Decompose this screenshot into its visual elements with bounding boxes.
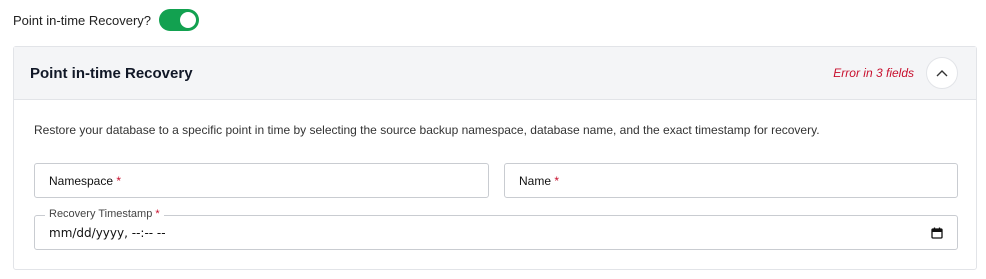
timestamp-value: mm/dd/yyyy, --:-- -- xyxy=(49,225,166,240)
namespace-input[interactable]: Namespace * xyxy=(34,163,489,198)
namespace-label: Namespace xyxy=(49,173,114,188)
toggle-knob xyxy=(180,12,196,28)
required-mark: * xyxy=(116,173,122,188)
pitr-panel: Point in-time Recovery Error in 3 fields… xyxy=(13,46,977,270)
panel-header-actions: Error in 3 fields xyxy=(833,57,958,89)
collapse-button[interactable] xyxy=(926,57,958,89)
panel-description: Restore your database to a specific poin… xyxy=(34,123,820,137)
recovery-timestamp-input[interactable]: Recovery Timestamp * mm/dd/yyyy, --:-- -… xyxy=(34,208,958,250)
error-count-text: Error in 3 fields xyxy=(833,66,914,80)
calendar-icon[interactable] xyxy=(931,227,943,239)
recovery-timestamp-legend: Recovery Timestamp * xyxy=(45,208,164,220)
required-mark: * xyxy=(155,208,160,220)
recovery-timestamp-label: Recovery Timestamp xyxy=(49,208,153,220)
pitr-toggle-switch[interactable] xyxy=(159,9,199,31)
pitr-toggle-row: Point in-time Recovery? xyxy=(13,9,199,31)
pitr-toggle-label: Point in-time Recovery? xyxy=(13,12,151,28)
chevron-up-icon xyxy=(936,70,948,77)
name-label: Name xyxy=(519,173,552,188)
required-mark: * xyxy=(554,173,560,188)
panel-title: Point in-time Recovery xyxy=(30,64,193,82)
pitr-panel-header[interactable]: Point in-time Recovery Error in 3 fields xyxy=(14,47,976,100)
name-input[interactable]: Name * xyxy=(504,163,958,198)
